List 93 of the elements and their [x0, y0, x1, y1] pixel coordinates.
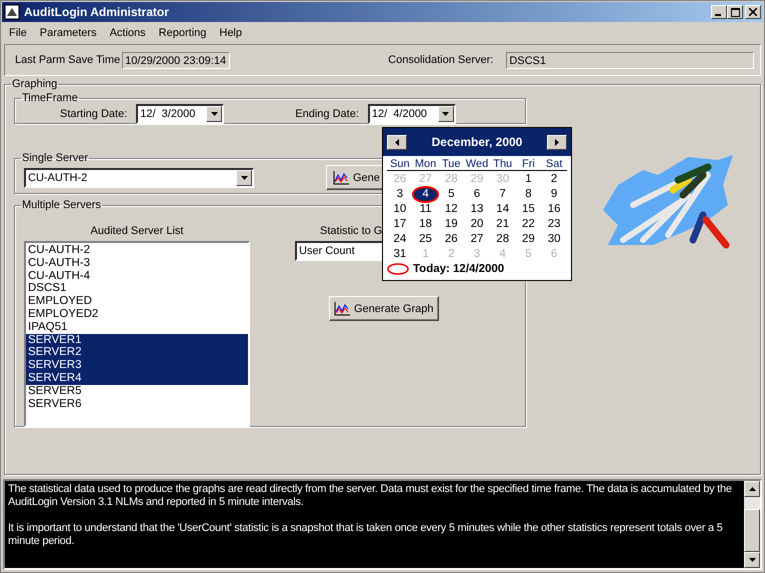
server-list-item[interactable]: CU-AUTH-4	[26, 270, 248, 282]
caret-right-icon	[554, 138, 559, 146]
calendar-day[interactable]: 3	[387, 187, 413, 202]
calendar-day[interactable]: 12	[438, 202, 464, 217]
calendar-day[interactable]: 17	[387, 217, 413, 232]
calendar-day[interactable]: 6	[464, 187, 490, 202]
calendar-day[interactable]: 21	[490, 217, 516, 232]
chart-icon	[333, 170, 349, 184]
group-title: Single Server	[21, 152, 90, 164]
caret-down-icon	[240, 176, 248, 180]
caret-left-icon	[395, 138, 399, 146]
chart-icon	[334, 302, 350, 316]
server-list-item[interactable]: EMPLOYED	[26, 295, 248, 308]
weekday-label: Sat	[544, 158, 564, 170]
calendar-day[interactable]: 19	[438, 217, 464, 232]
calendar-day[interactable]: 30	[541, 232, 567, 247]
server-list-item[interactable]: SERVER3	[26, 359, 248, 372]
info-paragraph: It is important to understand that the 'UserCount' statistic is a snapshot that is taken once every 5 minutes while the other statistics represent totals over a 5 minute period.	[8, 522, 724, 548]
server-list[interactable]: CU-AUTH-2 CU-AUTH-3 CU-AUTH-4 DSCS1 EMPLOYED EMPLOYED2 IPAQ51 SERVER1 SERVER2 SERVER3 SERVER4 SERVER5 SERVER6	[24, 241, 250, 427]
calendar-day[interactable]: 25	[412, 232, 438, 247]
server-list-item[interactable]: SERVER5	[26, 384, 248, 398]
maximize-button[interactable]	[727, 5, 743, 19]
field-label: Consolidation Server:	[388, 54, 494, 66]
calendar-day[interactable]: 14	[490, 202, 516, 217]
date-dropdown[interactable]: 12/ 4/2000	[368, 104, 456, 124]
group-title: Multiple Servers	[21, 199, 102, 211]
caret-down-icon	[442, 112, 450, 116]
field-label: Starting Date:	[60, 108, 128, 120]
weekday-label: Wed	[464, 158, 490, 170]
calendar-day[interactable]: 11	[412, 202, 438, 217]
calendar-day[interactable]: 2	[541, 172, 567, 187]
server-list-item[interactable]: SERVER2	[26, 346, 248, 360]
calendar-day[interactable]: 20	[464, 217, 490, 232]
server-dropdown[interactable]: CU-AUTH-2	[24, 168, 254, 188]
calendar-day[interactable]: 26	[438, 232, 464, 247]
menu-item[interactable]: Actions	[104, 26, 153, 38]
weekday-label: Fri	[521, 158, 536, 170]
calendar-day[interactable]: 29	[516, 232, 542, 247]
close-button[interactable]	[745, 5, 761, 19]
next-month-button[interactable]	[546, 134, 567, 150]
server-list-item[interactable]: CU-AUTH-3	[26, 256, 248, 270]
field-label: Ending Date:	[295, 108, 359, 120]
calendar-day[interactable]: 18	[412, 217, 438, 232]
previous-month-button[interactable]	[387, 134, 407, 150]
date-dropdown[interactable]: 12/ 3/2000	[136, 104, 224, 124]
menu-item[interactable]: Parameters	[34, 26, 104, 38]
maximize-icon	[730, 8, 740, 16]
field-label: Statistic to G	[320, 225, 384, 237]
server-list-item[interactable]: EMPLOYED2	[26, 308, 248, 321]
calendar-day[interactable]: 27	[464, 232, 490, 247]
calendar-day[interactable]: 23	[541, 217, 567, 232]
window-title: AuditLogin Administrator	[24, 5, 170, 19]
group-title: Graphing	[11, 78, 58, 90]
calendar-day[interactable]: 1	[516, 172, 542, 187]
close-icon	[749, 8, 757, 16]
calendar-day[interactable]: 7	[490, 187, 516, 202]
month-title: December, 2000	[432, 135, 522, 149]
menu-item[interactable]: Help	[213, 26, 249, 38]
menu-item[interactable]: File	[3, 26, 34, 38]
calendar-day[interactable]: 4	[412, 187, 438, 202]
info-paragraph: The statistical data used to produce the graphs are read directly from the server. Data must exist for the specified time frame. The data is accumulated by the AuditLogin Version 3.1 NLMs and reported in 5 minute intervals.	[8, 483, 733, 509]
calendar-day[interactable]: 28	[490, 232, 516, 247]
caret-down-icon	[210, 112, 218, 116]
calendar-day[interactable]: 8	[516, 187, 542, 202]
consolidation-server-field: DSCS1	[506, 52, 754, 68]
weekday-label: Thu	[492, 158, 514, 170]
caret-down-icon	[748, 558, 756, 562]
calendar-day[interactable]: 16	[541, 202, 567, 217]
server-list-item[interactable]: CU-AUTH-2	[26, 244, 248, 257]
calendar-day[interactable]: 9	[541, 187, 567, 202]
calendar-day[interactable]: 13	[464, 202, 490, 217]
scrollbar[interactable]	[744, 481, 760, 568]
menu-item[interactable]: Reporting	[152, 26, 214, 38]
field-label: Last Parm Save Time	[15, 54, 120, 66]
calendar-day[interactable]: 15	[516, 202, 542, 217]
group-title: TimeFrame	[21, 92, 79, 104]
list-title: Audited Server List	[90, 225, 184, 237]
weekday-label: Tue	[441, 158, 462, 170]
generate-graph-button[interactable]: Generate Graph	[329, 296, 439, 321]
server-list-item[interactable]: DSCS1	[26, 282, 248, 296]
server-list-item[interactable]: SERVER4	[26, 372, 248, 385]
calendar-day[interactable]: 22	[516, 217, 542, 232]
app-icon	[4, 4, 20, 20]
save-time-field: 10/29/2000 23:09:14	[122, 52, 230, 68]
today-link[interactable]: Today: 12/4/2000	[413, 263, 504, 275]
calendar-day[interactable]: 10	[387, 202, 413, 217]
server-list-item[interactable]: IPAQ51	[26, 320, 248, 334]
server-list-item[interactable]: SERVER6	[26, 398, 248, 410]
minimize-button[interactable]	[711, 5, 727, 19]
caret-up-icon	[748, 487, 756, 491]
today-marker-icon	[387, 263, 409, 275]
server-list-item[interactable]: SERVER1	[26, 334, 248, 346]
calendar-day[interactable]: 5	[438, 187, 464, 202]
